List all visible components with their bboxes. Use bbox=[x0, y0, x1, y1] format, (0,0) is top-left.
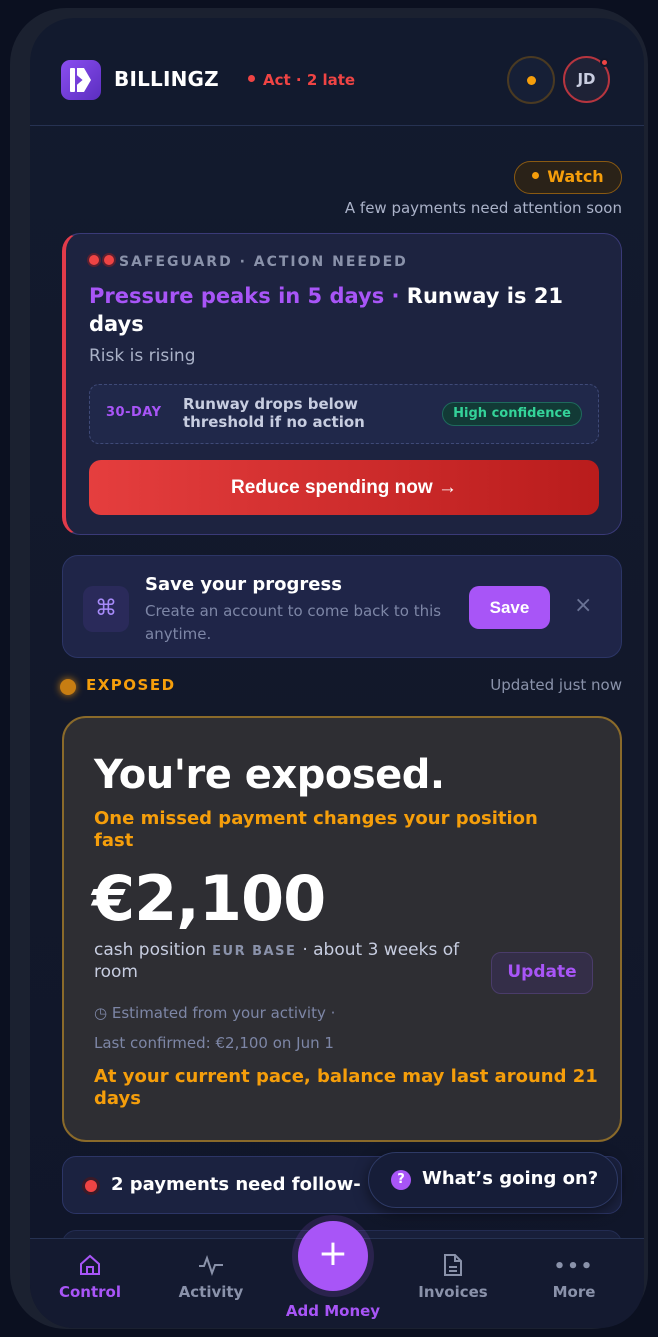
exposure-status-row: EXPOSED Updated just now bbox=[60, 674, 622, 698]
plus-icon: + bbox=[317, 1233, 349, 1274]
nav-label-invoices: Invoices bbox=[418, 1283, 488, 1301]
safeguard-heading-text: SAFEGUARD · ACTION NEEDED bbox=[119, 254, 408, 270]
home-icon bbox=[40, 1253, 140, 1281]
last-confirmed: Last confirmed: €2,100 on Jun 1 bbox=[94, 1034, 334, 1052]
brand-name: BILLINGZ bbox=[114, 67, 219, 91]
nav-label-control: Control bbox=[58, 1283, 121, 1301]
avatar-initials: JD bbox=[577, 70, 596, 88]
watch-label: Watch bbox=[547, 167, 604, 186]
exposed-dot-icon bbox=[60, 679, 76, 695]
save-progress-card: ⌘ Save your progress Create an account t… bbox=[62, 555, 622, 658]
cash-position-line: cash position EUR BASE · about 3 weeks of … bbox=[94, 940, 494, 982]
alert-dot-icon bbox=[85, 1180, 97, 1192]
nav-label-activity: Activity bbox=[178, 1283, 244, 1301]
cash-amount: €2,100 bbox=[92, 862, 326, 935]
more-icon: ••• bbox=[553, 1256, 595, 1277]
reduce-spending-button[interactable]: Reduce spending now → bbox=[89, 460, 599, 515]
watch-dot-icon bbox=[532, 172, 540, 179]
watch-subtitle: A few payments need attention soon bbox=[344, 199, 622, 217]
forecast-box: 30-DAY Runway drops below threshold if n… bbox=[89, 384, 599, 444]
risk-text: Risk is rising bbox=[89, 346, 196, 366]
help-icon: ? bbox=[391, 1170, 411, 1190]
add-money-label: Add Money bbox=[285, 1302, 381, 1320]
nav-item-invoices[interactable]: Invoices bbox=[403, 1253, 503, 1301]
exposure-card: You're exposed. One missed payment chang… bbox=[62, 716, 622, 1142]
status-dot-icon bbox=[248, 75, 255, 82]
alert-dot-icon bbox=[89, 255, 99, 265]
safeguard-heading: SAFEGUARD · ACTION NEEDED bbox=[89, 254, 408, 270]
save-progress-title: Save your progress bbox=[145, 574, 342, 595]
status-text: Act · 2 late bbox=[263, 71, 356, 89]
save-button[interactable]: Save bbox=[469, 586, 550, 629]
alert-indicator-button[interactable] bbox=[507, 56, 555, 104]
safeguard-title: Pressure peaks in 5 days · Runway is 21 … bbox=[89, 282, 599, 338]
followup-text: 2 payments need follow- bbox=[111, 1174, 361, 1195]
activity-icon bbox=[161, 1253, 261, 1281]
command-icon: ⌘ bbox=[83, 586, 129, 632]
document-icon bbox=[403, 1253, 503, 1281]
estimated-note: ◷ Estimated from your activity · bbox=[94, 1004, 336, 1022]
add-money-button[interactable]: + bbox=[298, 1221, 368, 1291]
confidence-badge: High confidence bbox=[442, 402, 582, 426]
close-icon[interactable]: × bbox=[574, 594, 592, 618]
nav-item-control[interactable]: Control bbox=[40, 1253, 140, 1301]
updated-timestamp: Updated just now bbox=[490, 676, 622, 694]
nav-item-activity[interactable]: Activity bbox=[161, 1253, 261, 1301]
currency-base: EUR BASE bbox=[212, 944, 297, 959]
safeguard-title-highlight: Pressure peaks in 5 days · bbox=[89, 284, 400, 308]
watch-badge[interactable]: Watch bbox=[514, 161, 622, 194]
nav-label-more: More bbox=[552, 1283, 596, 1301]
save-progress-subtitle: Create an account to come back to this a… bbox=[145, 602, 442, 643]
alert-dot-icon bbox=[527, 76, 536, 85]
exposure-subhead: One missed payment changes your position… bbox=[94, 808, 538, 851]
update-button[interactable]: Update bbox=[491, 952, 593, 994]
brand-logo-icon[interactable] bbox=[61, 60, 101, 100]
device-frame: BILLINGZ Act · 2 late JD Watch A few pay… bbox=[10, 8, 648, 1329]
pace-warning: At your current pace, balance may last a… bbox=[94, 1066, 598, 1109]
status-indicator[interactable]: Act · 2 late bbox=[248, 71, 355, 89]
forecast-text: Runway drops below threshold if no actio… bbox=[183, 395, 365, 431]
alert-dot-icon bbox=[104, 255, 114, 265]
app-header: BILLINGZ Act · 2 late JD bbox=[30, 18, 644, 126]
avatar[interactable]: JD bbox=[563, 56, 610, 103]
safeguard-card: SAFEGUARD · ACTION NEEDED Pressure peaks… bbox=[62, 233, 622, 535]
notification-dot-icon bbox=[600, 58, 609, 67]
help-label: What’s going on? bbox=[422, 1168, 599, 1189]
exposure-status-label: EXPOSED bbox=[86, 676, 176, 694]
cash-position-label: cash position bbox=[94, 940, 207, 960]
app-screen: BILLINGZ Act · 2 late JD Watch A few pay… bbox=[30, 18, 644, 1328]
nav-item-more[interactable]: ••• More bbox=[524, 1253, 624, 1301]
whats-going-on-button[interactable]: ? What’s going on? bbox=[368, 1152, 618, 1208]
forecast-period: 30-DAY bbox=[106, 405, 162, 420]
exposure-headline: You're exposed. bbox=[94, 752, 445, 798]
